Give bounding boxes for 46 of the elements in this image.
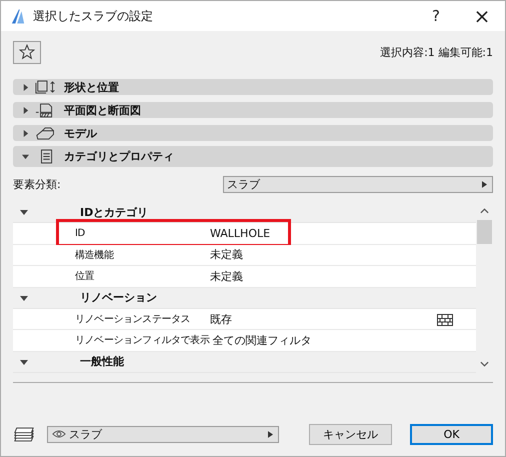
window-title: 選択したスラブの設定 <box>33 8 154 24</box>
property-name: 構造機能 <box>75 248 115 262</box>
ok-button[interactable]: OK <box>410 424 493 444</box>
favorites-button[interactable] <box>13 40 41 64</box>
property-name: 位置 <box>75 270 96 284</box>
brick-wall-icon <box>437 314 453 326</box>
property-row[interactable]: リノベーションフィルタで表示 全ての関連フィルタ <box>13 330 476 352</box>
property-row[interactable]: リノベーションステータス 既存 <box>13 308 476 330</box>
group-row[interactable]: リノベーション <box>13 288 476 309</box>
section-header[interactable]: モデル <box>13 125 493 141</box>
expand-arrow-icon <box>22 130 29 136</box>
property-value: WALLHOLE <box>210 227 270 240</box>
eye-icon <box>52 429 66 439</box>
layer-dropdown[interactable]: スラブ <box>47 426 279 442</box>
cancel-button[interactable]: キャンセル <box>309 424 392 444</box>
dropdown-arrow-icon <box>482 180 487 188</box>
scrollbar-thumb[interactable] <box>477 220 492 244</box>
app-logo-icon <box>11 8 25 24</box>
section-header[interactable]: 形状と位置 <box>13 79 493 95</box>
expand-arrow-icon <box>22 153 29 160</box>
property-value: 既存 <box>210 312 232 327</box>
property-name: リノベーションフィルタで表示 <box>75 334 210 348</box>
classification-dropdown[interactable]: スラブ <box>223 176 493 192</box>
section-header[interactable]: 平面図と断面図 <box>13 102 493 118</box>
expand-arrow-icon <box>20 358 28 366</box>
group-row[interactable]: 一般性能 <box>13 352 476 373</box>
selection-info: 選択内容:1 編集可能:1 <box>380 44 493 60</box>
property-row[interactable]: 構造機能 未定義 <box>13 244 476 266</box>
scroll-down-icon[interactable] <box>480 361 489 367</box>
expand-arrow-icon <box>20 208 28 216</box>
help-button[interactable]: ? <box>413 1 459 31</box>
property-row[interactable]: 位置 未定義 <box>13 266 476 288</box>
expand-arrow-icon <box>20 294 28 302</box>
layers-icon <box>13 426 35 442</box>
close-button[interactable]: × <box>459 1 505 31</box>
section-header[interactable]: カテゴリとプロパティ <box>13 146 493 167</box>
scroll-up-icon[interactable] <box>480 208 489 214</box>
property-name: リノベーションステータス <box>75 313 192 326</box>
property-value: 全ての関連フィルタ <box>212 332 312 348</box>
property-name: ID <box>75 228 86 240</box>
expand-arrow-icon <box>22 84 29 90</box>
dropdown-arrow-icon <box>268 430 273 438</box>
property-value: 未定義 <box>210 268 243 284</box>
property-value: 未定義 <box>210 247 243 262</box>
classification-label: 要素分類: <box>13 176 61 192</box>
expand-arrow-icon <box>22 106 29 114</box>
